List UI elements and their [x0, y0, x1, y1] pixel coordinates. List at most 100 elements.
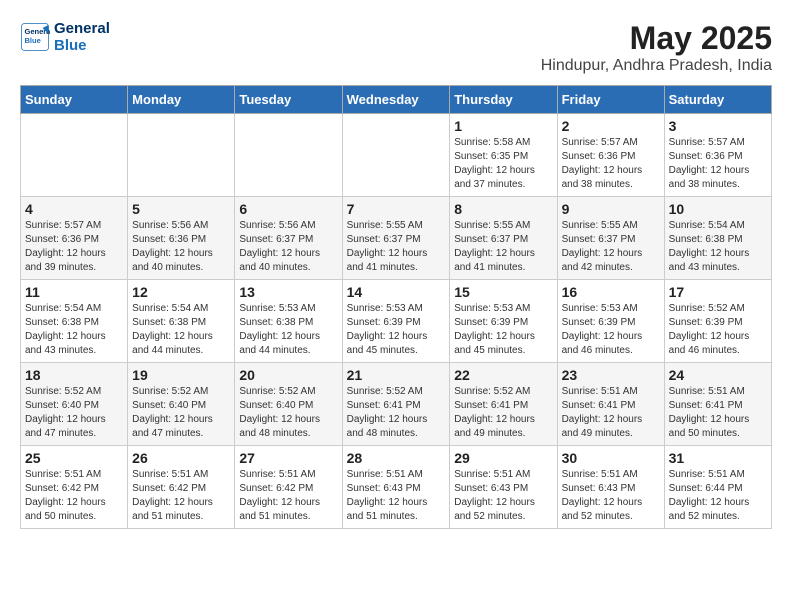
page-header: General Blue General Blue May 2025 Hindu…	[20, 20, 772, 75]
week-row-5: 25 Sunrise: 5:51 AM Sunset: 6:42 PM Dayli…	[21, 446, 772, 529]
calendar-cell: 27Sunrise: 5:51 AM Sunset: 6:42 PM Dayli…	[235, 446, 342, 529]
calendar-cell: 6Sunrise: 5:56 AM Sunset: 6:37 PM Daylig…	[235, 197, 342, 280]
day-info: Sunrise: 5:52 AM Sunset: 6:39 PM Dayligh…	[669, 302, 767, 358]
logo-text-line2: Blue	[54, 37, 110, 54]
day-number: 7	[347, 201, 446, 217]
calendar-cell: 18 Sunrise: 5:52 AM Sunset: 6:40 PM Dayli…	[21, 363, 128, 446]
calendar-cell: 23 Sunrise: 5:51 AM Sunset: 6:41 PM Dayli…	[557, 363, 664, 446]
day-info: Sunrise: 5:52 AM Sunset: 6:40 PM Dayligh…	[239, 385, 337, 441]
day-number: 21	[347, 367, 446, 383]
day-number: 6	[239, 201, 337, 217]
day-info: Sunrise: 5:53 AM Sunset: 6:39 PM Dayligh…	[454, 302, 552, 358]
calendar-cell: 14Sunrise: 5:53 AM Sunset: 6:39 PM Dayli…	[342, 280, 450, 363]
day-number: 27	[239, 450, 337, 466]
day-number: 14	[347, 284, 446, 300]
day-info: Sunrise: 5:51 AM Sunset: 6:44 PM Dayligh…	[669, 468, 767, 524]
day-number: 10	[669, 201, 767, 217]
day-info: Sunrise: 5:55 AM Sunset: 6:37 PM Dayligh…	[347, 219, 446, 275]
logo: General Blue General Blue	[20, 20, 110, 54]
calendar-cell: 10 Sunrise: 5:54 AM Sunset: 6:38 PM Dayli…	[664, 197, 771, 280]
day-number: 22	[454, 367, 552, 383]
day-number: 16	[562, 284, 660, 300]
header-tuesday: Tuesday	[235, 86, 342, 114]
day-number: 30	[562, 450, 660, 466]
subtitle: Hindupur, Andhra Pradesh, India	[541, 57, 772, 75]
day-number: 8	[454, 201, 552, 217]
header-sunday: Sunday	[21, 86, 128, 114]
calendar-cell: 16 Sunrise: 5:53 AM Sunset: 6:39 PM Dayli…	[557, 280, 664, 363]
day-number: 24	[669, 367, 767, 383]
day-number: 15	[454, 284, 552, 300]
day-info: Sunrise: 5:53 AM Sunset: 6:39 PM Dayligh…	[562, 302, 660, 358]
calendar-cell: 7 Sunrise: 5:55 AM Sunset: 6:37 PM Daylig…	[342, 197, 450, 280]
logo-icon: General Blue	[20, 22, 50, 52]
day-info: Sunrise: 5:51 AM Sunset: 6:42 PM Dayligh…	[132, 468, 230, 524]
day-number: 23	[562, 367, 660, 383]
day-number: 25	[25, 450, 123, 466]
day-info: Sunrise: 5:52 AM Sunset: 6:40 PM Dayligh…	[25, 385, 123, 441]
day-info: Sunrise: 5:57 AM Sunset: 6:36 PM Dayligh…	[25, 219, 123, 275]
day-info: Sunrise: 5:51 AM Sunset: 6:43 PM Dayligh…	[454, 468, 552, 524]
day-number: 13	[239, 284, 337, 300]
day-info: Sunrise: 5:52 AM Sunset: 6:41 PM Dayligh…	[347, 385, 446, 441]
calendar-cell: 17 Sunrise: 5:52 AM Sunset: 6:39 PM Dayli…	[664, 280, 771, 363]
day-info: Sunrise: 5:52 AM Sunset: 6:40 PM Dayligh…	[132, 385, 230, 441]
day-number: 19	[132, 367, 230, 383]
week-row-1: 1 Sunrise: 5:58 AM Sunset: 6:35 PM Daylig…	[21, 114, 772, 197]
day-info: Sunrise: 5:57 AM Sunset: 6:36 PM Dayligh…	[669, 136, 767, 192]
day-number: 29	[454, 450, 552, 466]
day-info: Sunrise: 5:55 AM Sunset: 6:37 PM Dayligh…	[562, 219, 660, 275]
calendar-cell: 20Sunrise: 5:52 AM Sunset: 6:40 PM Dayli…	[235, 363, 342, 446]
header-monday: Monday	[128, 86, 235, 114]
week-row-4: 18 Sunrise: 5:52 AM Sunset: 6:40 PM Dayli…	[21, 363, 772, 446]
logo-text-line1: General	[54, 20, 110, 37]
calendar-cell: 29 Sunrise: 5:51 AM Sunset: 6:43 PM Dayli…	[450, 446, 557, 529]
svg-text:Blue: Blue	[25, 36, 41, 45]
calendar-cell: 1 Sunrise: 5:58 AM Sunset: 6:35 PM Daylig…	[450, 114, 557, 197]
header-wednesday: Wednesday	[342, 86, 450, 114]
day-number: 31	[669, 450, 767, 466]
calendar-cell: 9Sunrise: 5:55 AM Sunset: 6:37 PM Daylig…	[557, 197, 664, 280]
day-info: Sunrise: 5:55 AM Sunset: 6:37 PM Dayligh…	[454, 219, 552, 275]
day-info: Sunrise: 5:54 AM Sunset: 6:38 PM Dayligh…	[669, 219, 767, 275]
day-number: 5	[132, 201, 230, 217]
day-number: 17	[669, 284, 767, 300]
day-info: Sunrise: 5:51 AM Sunset: 6:43 PM Dayligh…	[562, 468, 660, 524]
calendar-cell	[235, 114, 342, 197]
calendar-cell	[128, 114, 235, 197]
day-info: Sunrise: 5:56 AM Sunset: 6:36 PM Dayligh…	[132, 219, 230, 275]
calendar-cell: 25Sunrise: 5:51 AM Sunset: 6:42 PM Dayli…	[21, 446, 128, 529]
header-thursday: Thursday	[450, 86, 557, 114]
calendar-cell: 31 Sunrise: 5:51 AM Sunset: 6:44 PM Dayli…	[664, 446, 771, 529]
day-info: Sunrise: 5:53 AM Sunset: 6:38 PM Dayligh…	[239, 302, 337, 358]
day-info: Sunrise: 5:58 AM Sunset: 6:35 PM Dayligh…	[454, 136, 552, 192]
day-number: 2	[562, 118, 660, 134]
header-friday: Friday	[557, 86, 664, 114]
day-info: Sunrise: 5:51 AM Sunset: 6:41 PM Dayligh…	[562, 385, 660, 441]
day-number: 28	[347, 450, 446, 466]
calendar-cell: 22 Sunrise: 5:52 AM Sunset: 6:41 PM Dayli…	[450, 363, 557, 446]
day-info: Sunrise: 5:51 AM Sunset: 6:41 PM Dayligh…	[669, 385, 767, 441]
day-number: 12	[132, 284, 230, 300]
day-info: Sunrise: 5:57 AM Sunset: 6:36 PM Dayligh…	[562, 136, 660, 192]
calendar-cell: 24 Sunrise: 5:51 AM Sunset: 6:41 PM Dayli…	[664, 363, 771, 446]
day-info: Sunrise: 5:54 AM Sunset: 6:38 PM Dayligh…	[132, 302, 230, 358]
calendar-table: SundayMondayTuesdayWednesdayThursdayFrid…	[20, 85, 772, 529]
day-number: 4	[25, 201, 123, 217]
calendar-cell: 3Sunrise: 5:57 AM Sunset: 6:36 PM Daylig…	[664, 114, 771, 197]
day-info: Sunrise: 5:52 AM Sunset: 6:41 PM Dayligh…	[454, 385, 552, 441]
day-number: 26	[132, 450, 230, 466]
calendar-cell: 21 Sunrise: 5:52 AM Sunset: 6:41 PM Dayli…	[342, 363, 450, 446]
calendar-cell: 12 Sunrise: 5:54 AM Sunset: 6:38 PM Dayli…	[128, 280, 235, 363]
day-number: 18	[25, 367, 123, 383]
calendar-cell	[21, 114, 128, 197]
calendar-cell: 11Sunrise: 5:54 AM Sunset: 6:38 PM Dayli…	[21, 280, 128, 363]
calendar-cell: 28Sunrise: 5:51 AM Sunset: 6:43 PM Dayli…	[342, 446, 450, 529]
header-row: SundayMondayTuesdayWednesdayThursdayFrid…	[21, 86, 772, 114]
calendar-cell	[342, 114, 450, 197]
calendar-cell: 19 Sunrise: 5:52 AM Sunset: 6:40 PM Dayli…	[128, 363, 235, 446]
week-row-2: 4 Sunrise: 5:57 AM Sunset: 6:36 PM Daylig…	[21, 197, 772, 280]
day-info: Sunrise: 5:54 AM Sunset: 6:38 PM Dayligh…	[25, 302, 123, 358]
header-saturday: Saturday	[664, 86, 771, 114]
day-number: 1	[454, 118, 552, 134]
